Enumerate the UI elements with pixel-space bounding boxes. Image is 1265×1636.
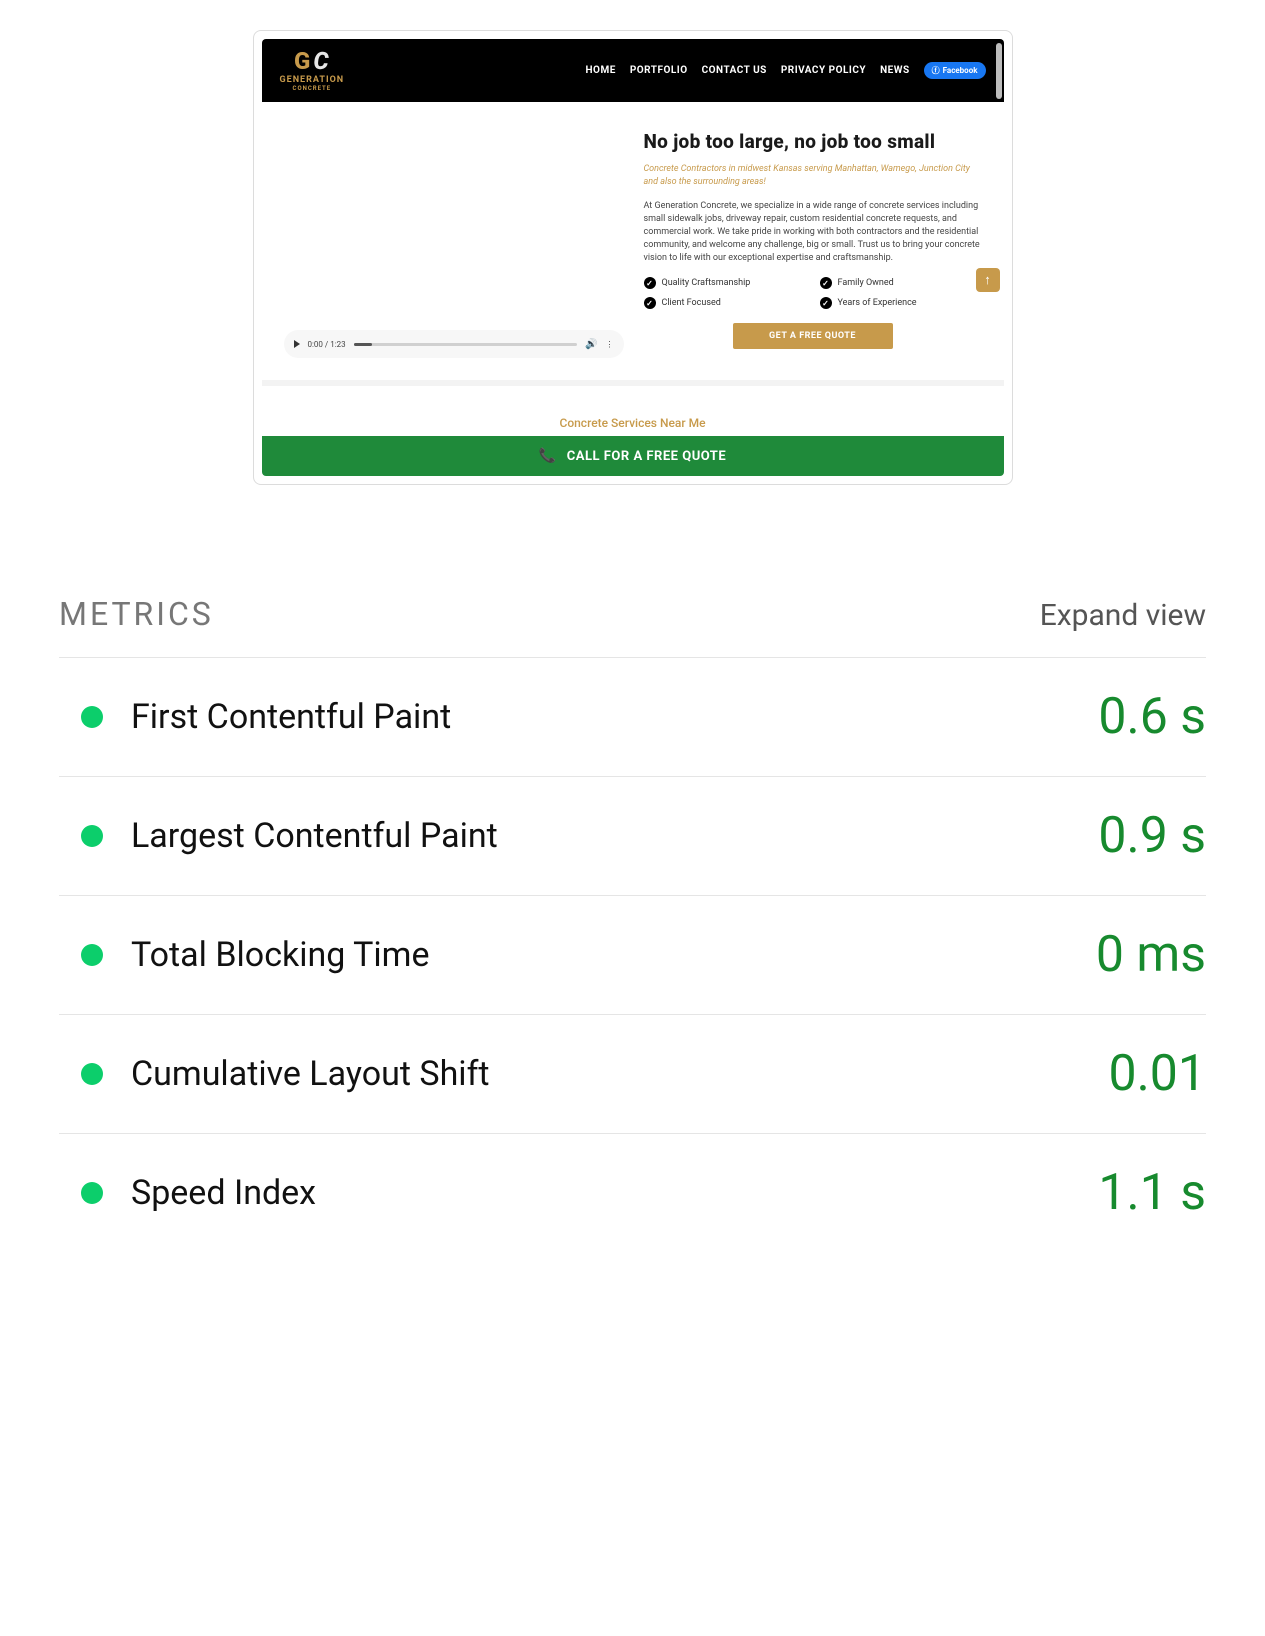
status-dot-icon xyxy=(81,944,103,966)
nav-portfolio[interactable]: PORTFOLIO xyxy=(630,65,688,76)
status-dot-icon xyxy=(81,1182,103,1204)
preview-scrollbar xyxy=(996,43,1002,99)
site-header: GC GENERATION CONCRETE HOME PORTFOLIO CO… xyxy=(262,39,1004,102)
feature-label: Years of Experience xyxy=(838,298,917,308)
nav-contact[interactable]: CONTACT US xyxy=(702,65,767,76)
metrics-title: METRICS xyxy=(59,595,214,633)
logo-text: GENERATION xyxy=(280,75,345,85)
near-me-heading: Concrete Services Near Me xyxy=(262,386,1004,436)
metric-value: 1.1 s xyxy=(1098,1164,1206,1222)
metric-value: 0 ms xyxy=(1096,926,1206,984)
call-bar-label: CALL FOR A FREE QUOTE xyxy=(567,449,726,464)
scroll-top-button[interactable]: ↑ xyxy=(976,268,1000,292)
feature-item: ✓ Client Focused xyxy=(644,297,806,309)
metrics-section: METRICS Expand view First Contentful Pai… xyxy=(59,595,1206,1252)
check-icon: ✓ xyxy=(644,277,656,289)
feature-item: ✓ Quality Craftsmanship xyxy=(644,277,806,289)
facebook-icon: ⓕ xyxy=(932,65,940,76)
metric-row-tbt[interactable]: Total Blocking Time 0 ms xyxy=(59,896,1206,1015)
volume-icon[interactable]: 🔊 xyxy=(585,339,597,350)
play-icon[interactable] xyxy=(294,340,300,348)
metric-row-fcp[interactable]: First Contentful Paint 0.6 s xyxy=(59,658,1206,777)
status-dot-icon xyxy=(81,825,103,847)
metric-value: 0.6 s xyxy=(1098,688,1206,746)
metric-label: Cumulative Layout Shift xyxy=(131,1054,490,1094)
hero-tagline: Concrete Contractors in midwest Kansas s… xyxy=(644,163,982,188)
status-dot-icon xyxy=(81,706,103,728)
nav-home[interactable]: HOME xyxy=(586,65,616,76)
feature-item: ✓ Years of Experience xyxy=(820,297,982,309)
get-quote-button[interactable]: GET A FREE QUOTE xyxy=(733,323,893,349)
facebook-label: Facebook xyxy=(943,66,978,75)
video-progress[interactable] xyxy=(354,343,577,346)
video-controls[interactable]: 0:00 / 1:23 🔊 ⋮ xyxy=(284,330,624,358)
hero-title: No job too large, no job too small xyxy=(644,130,982,153)
feature-label: Family Owned xyxy=(838,278,894,288)
metric-label: Speed Index xyxy=(131,1173,316,1213)
metric-row-lcp[interactable]: Largest Contentful Paint 0.9 s xyxy=(59,777,1206,896)
metric-label: Total Blocking Time xyxy=(131,935,430,975)
hero-description: At Generation Concrete, we specialize in… xyxy=(644,200,982,265)
arrow-up-icon: ↑ xyxy=(984,272,991,288)
metric-value: 0.01 xyxy=(1109,1045,1207,1103)
site-logo: GC GENERATION CONCRETE xyxy=(280,49,345,92)
check-icon: ✓ xyxy=(820,277,832,289)
feature-item: ✓ Family Owned xyxy=(820,277,982,289)
check-icon: ✓ xyxy=(644,297,656,309)
feature-label: Client Focused xyxy=(662,298,721,308)
metric-label: First Contentful Paint xyxy=(131,697,451,737)
phone-icon: 📞 xyxy=(539,448,557,464)
video-menu-icon[interactable]: ⋮ xyxy=(606,340,614,349)
facebook-button[interactable]: ⓕ Facebook xyxy=(924,62,986,79)
expand-view-link[interactable]: Expand view xyxy=(1040,598,1206,633)
feature-label: Quality Craftsmanship xyxy=(662,278,751,288)
nav-news[interactable]: NEWS xyxy=(880,65,910,76)
video-time: 0:00 / 1:23 xyxy=(308,340,346,349)
logo-subtext: CONCRETE xyxy=(293,85,332,92)
check-icon: ✓ xyxy=(820,297,832,309)
metric-row-cls[interactable]: Cumulative Layout Shift 0.01 xyxy=(59,1015,1206,1134)
status-dot-icon xyxy=(81,1063,103,1085)
metric-value: 0.9 s xyxy=(1098,807,1206,865)
call-bar[interactable]: 📞 CALL FOR A FREE QUOTE xyxy=(262,436,1004,476)
nav-privacy[interactable]: PRIVACY POLICY xyxy=(781,65,866,76)
site-preview: GC GENERATION CONCRETE HOME PORTFOLIO CO… xyxy=(253,30,1013,485)
metric-row-si[interactable]: Speed Index 1.1 s xyxy=(59,1134,1206,1252)
metric-label: Largest Contentful Paint xyxy=(131,816,498,856)
